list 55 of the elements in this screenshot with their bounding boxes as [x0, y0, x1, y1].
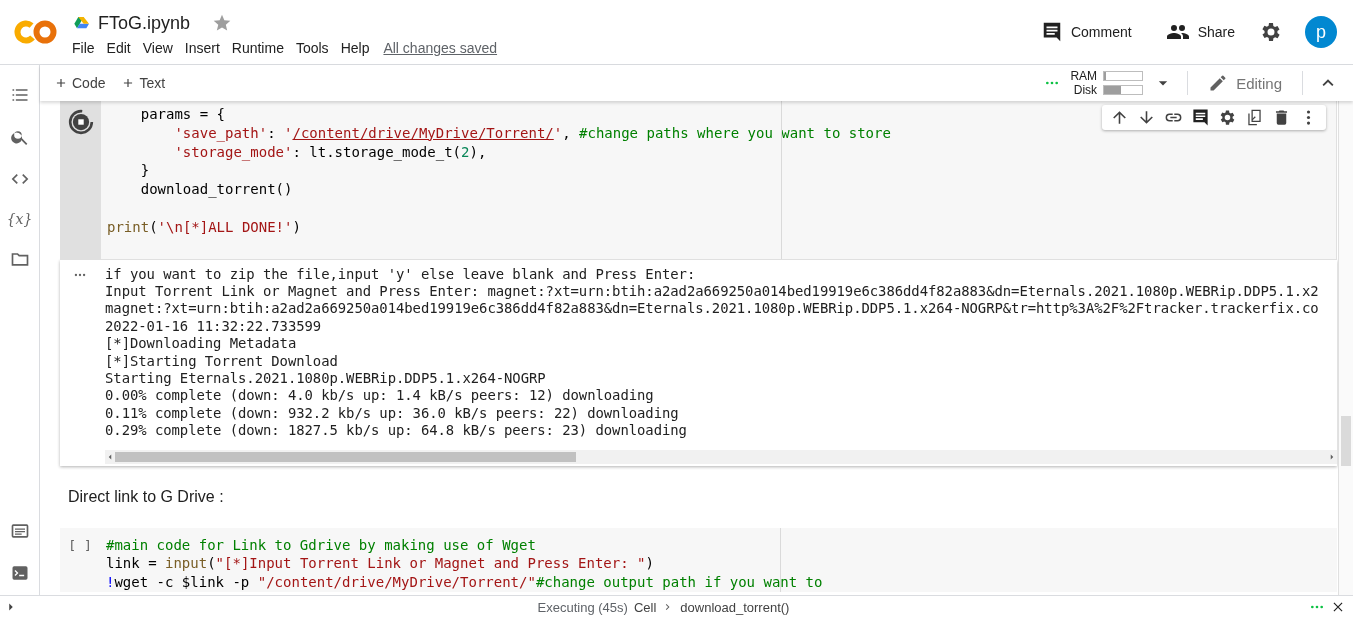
cell-label: Cell — [633, 599, 657, 615]
output-line: 2022-01-16 11:32:22.733599 — [105, 317, 322, 336]
code-line: !wget -c $link -p "/content/drive/MyDrive/Torrent/"#change output path if you want to — [106, 573, 823, 593]
output-line: 0.00% complete (down: 4.0 kb/s up: 1.4 kB/s peers: 12) downloading — [105, 387, 654, 405]
comment-button[interactable]: Comment — [1030, 21, 1142, 43]
output-line: [*]Starting Torrent Download — [105, 352, 338, 370]
code-line: #main code for Link to Gdrive by making use of Wget — [106, 535, 536, 555]
horizontal-scrollbar[interactable] — [105, 449, 1337, 464]
command-palette-icon[interactable] — [9, 521, 30, 541]
output-line: [*]Downloading Metadata — [105, 335, 297, 353]
current-function-link[interactable]: download_torrent() — [680, 599, 790, 615]
notebook-title[interactable]: FToG.ipynb — [98, 12, 191, 34]
code-line: params = { — [139, 105, 225, 124]
menu-item[interactable]: Runtime — [225, 39, 290, 56]
output-line: Input Torrent Link or Magnet and Press Enter: magnet:?xt=urn:btih:a2ad2a669250a014bed19919e6c386dd4f82a883&dn=Eternals.2021.1080p.WEBRip.DDP5.1.x2 — [105, 283, 1319, 301]
code-line: } — [139, 161, 150, 181]
menu-item[interactable]: Tools — [289, 39, 335, 56]
menu-item[interactable]: Help — [334, 39, 376, 56]
settings-icon[interactable] — [1218, 108, 1237, 127]
editing-mode-button[interactable]: Editing — [1202, 72, 1288, 94]
code-line: link = input("[*]Input Torrent Link or Magnet and Press Enter: ") — [106, 554, 654, 574]
text-cell-text: Direct link to G Drive : — [67, 486, 225, 507]
vertical-scrollbar[interactable] — [1338, 101, 1353, 595]
close-icon[interactable] — [1331, 600, 1345, 614]
output-line: 0.11% complete (down: 932.2 kb/s up: 36.0 kB/s peers: 22) downloading — [105, 404, 679, 423]
menu-item[interactable]: File — [72, 39, 101, 56]
code-line: download_torrent() — [139, 180, 293, 199]
code-line: 'save_path': '/content/drive/MyDrive/Torrent/', #change paths where you want to store — [173, 123, 891, 143]
menu-item[interactable]: Edit — [100, 39, 137, 56]
output-line: 0.29% complete (down: 1827.5 kb/s up: 64.8 kB/s peers: 23) downloading — [105, 422, 687, 440]
add-code-button[interactable]: Code — [54, 75, 114, 91]
resource-label: Disk — [1072, 83, 1098, 97]
add-text-button[interactable]: Text — [121, 75, 174, 91]
menu-item[interactable]: View — [136, 39, 179, 56]
execution-status: Executing (45s) — [537, 599, 628, 615]
plus-icon — [54, 76, 68, 90]
run-cell-button[interactable]: [ ] — [68, 537, 92, 553]
drive-icon — [72, 15, 90, 31]
resource-label: RAM — [1070, 69, 1098, 83]
menu-item[interactable]: Insert — [178, 39, 226, 56]
output-line: Starting Eternals.2021.1080p.WEBRip.DDP5.1.x264-NOGRP — [105, 370, 546, 388]
code-line: print('\n[*]ALL DONE!') — [107, 217, 301, 237]
output-line: magnet:?xt=urn:btih:a2ad2a669250a014bed19919e6c386dd4f82a883&dn=Eternals.2021.1080p.WEBRip.DDP5.1.x264-NOGRP&tr=http%3A%2F%2Ftracker.trackerfix.co — [105, 300, 1319, 318]
avatar[interactable]: p — [1305, 16, 1337, 48]
move-down-icon[interactable] — [1137, 108, 1156, 127]
save-status-link[interactable]: All changes saved — [383, 39, 498, 56]
mirror-cell-icon[interactable] — [1245, 108, 1264, 127]
comment-icon[interactable] — [1191, 108, 1210, 127]
code-line: 'storage_mode': lt.storage_mode_t(2), — [173, 142, 487, 162]
move-up-icon[interactable] — [1110, 108, 1129, 127]
colab-logo-icon[interactable] — [14, 18, 58, 46]
variables-icon[interactable]: {x} — [6, 211, 33, 227]
stop-button-icon[interactable] — [68, 109, 94, 135]
share-button[interactable]: Share — [1155, 20, 1245, 44]
output-line: if you want to zip the file,input 'y' else leave blank and Press Enter: — [105, 265, 696, 283]
